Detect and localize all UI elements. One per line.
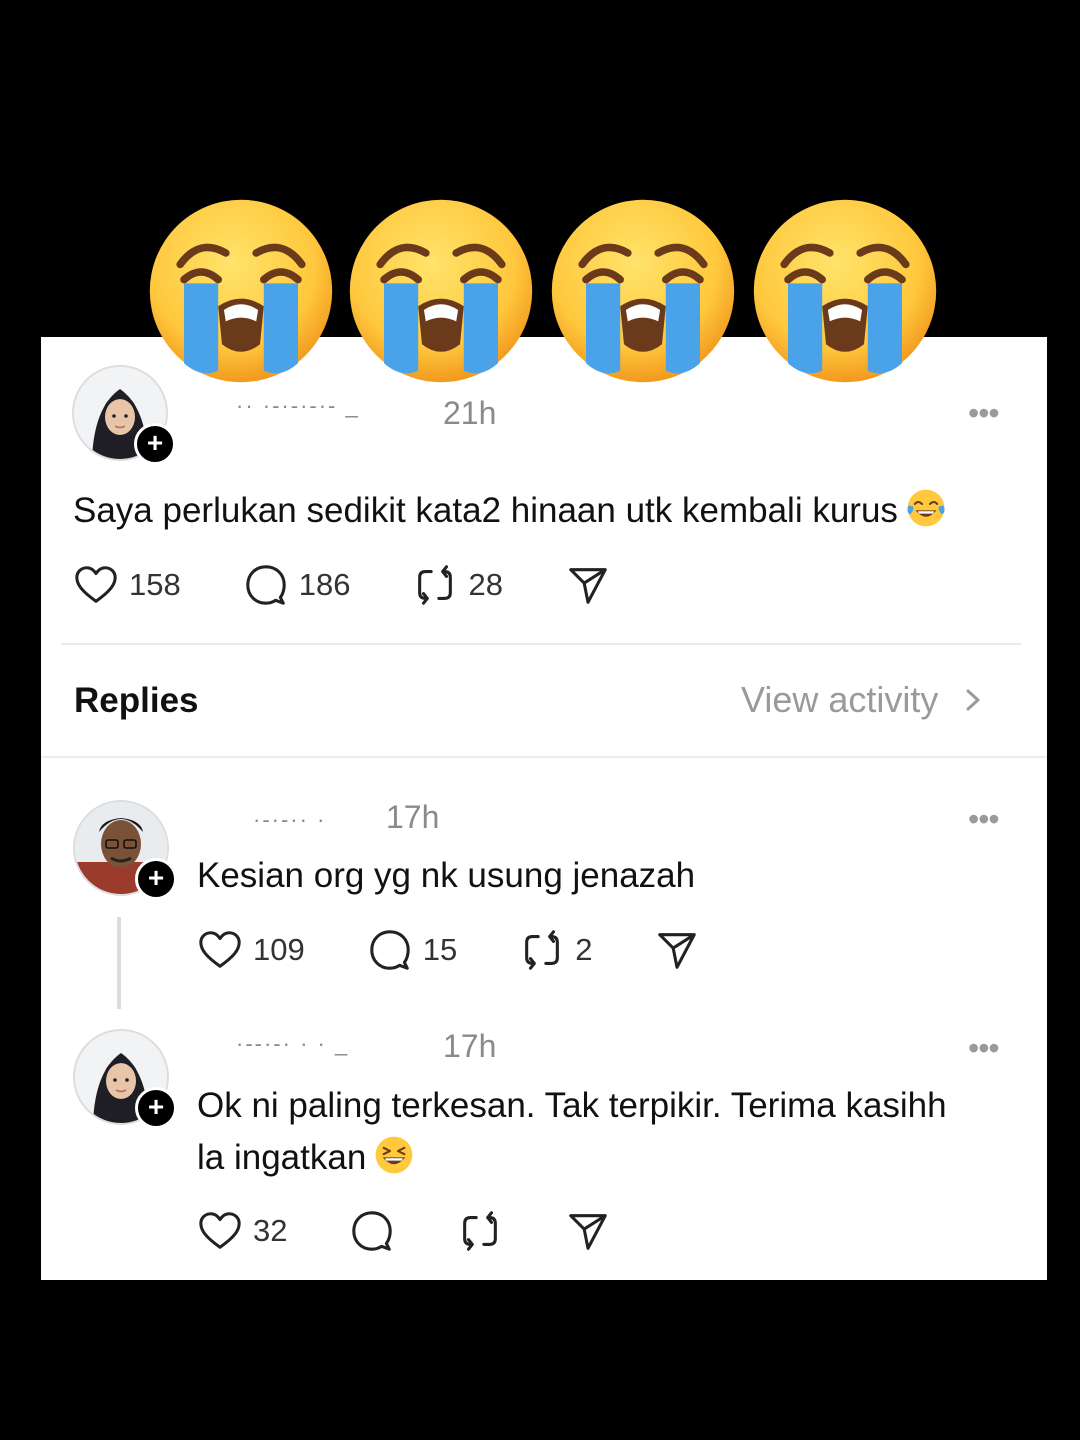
username[interactable]: ·· ·-·-·-·- _ [236, 393, 360, 419]
reply-text: Kesian org yg nk usung jenazah [197, 856, 696, 895]
avatar[interactable]: + [73, 1029, 177, 1129]
heart-icon [73, 562, 119, 608]
like-button[interactable]: 158 [73, 562, 181, 608]
repost-button[interactable]: 28 [412, 562, 503, 608]
reply-actions: 109 15 2 [197, 925, 762, 975]
repost-button[interactable] [457, 1208, 503, 1254]
reply-time: 17h [386, 799, 440, 835]
post-text-body: Saya perlukan sedikit kata2 hinaan utk k… [73, 491, 898, 530]
divider [61, 643, 1021, 645]
view-activity-link[interactable]: View activity [741, 679, 986, 721]
avatar[interactable]: + [73, 800, 177, 900]
like-button[interactable]: 109 [197, 927, 305, 973]
comment-button[interactable]: 186 [243, 562, 351, 608]
comment-button[interactable] [349, 1208, 395, 1254]
like-count: 109 [253, 932, 305, 967]
repost-icon [412, 562, 458, 608]
reply-text-line1: Ok ni paling terkesan. Tak terpikir. Ter… [197, 1086, 947, 1125]
send-icon [654, 927, 700, 973]
reply-text: Ok ni paling terkesan. Tak terpikir. Ter… [197, 1080, 947, 1184]
repost-count: 28 [468, 567, 503, 602]
username[interactable]: ·-·-·· · [253, 807, 326, 833]
follow-plus-button[interactable]: + [135, 1087, 177, 1129]
share-button[interactable] [565, 562, 611, 608]
comment-icon [367, 927, 413, 973]
share-button[interactable] [654, 927, 700, 973]
comment-icon [243, 562, 289, 608]
comment-count: 186 [298, 567, 351, 602]
send-icon [565, 1208, 611, 1254]
comment-count: 15 [422, 932, 458, 967]
repost-count: 2 [575, 932, 593, 967]
reply-text-line2: la ingatkan [197, 1132, 947, 1184]
crying-emoji-row [146, 196, 946, 386]
face-with-tears-of-joy-icon [906, 488, 946, 528]
post-actions: 158 186 28 [73, 560, 673, 610]
loudly-crying-face-icon [346, 196, 536, 386]
reply-text-line2-body: la ingatkan [197, 1138, 367, 1177]
divider [41, 756, 1047, 758]
like-count: 32 [253, 1213, 288, 1248]
loudly-crying-face-icon [146, 196, 336, 386]
grinning-squinting-face-icon [374, 1135, 414, 1175]
post-time: 21h [443, 395, 497, 431]
view-activity-label: View activity [741, 679, 939, 720]
loudly-crying-face-icon [548, 196, 738, 386]
like-button[interactable]: 32 [197, 1208, 287, 1254]
heart-icon [197, 1208, 243, 1254]
more-options-icon[interactable]: ••• [968, 397, 1000, 429]
like-count: 158 [129, 567, 181, 602]
comment-button[interactable]: 15 [367, 927, 457, 973]
repost-icon [519, 927, 565, 973]
reply-actions: 32 [197, 1206, 673, 1256]
chevron-right-icon [966, 689, 980, 711]
post-text: Saya perlukan sedikit kata2 hinaan utk k… [73, 485, 946, 537]
replies-heading: Replies [74, 681, 199, 720]
comment-icon [349, 1208, 395, 1254]
share-button[interactable] [565, 1208, 611, 1254]
repost-button[interactable]: 2 [519, 927, 592, 973]
follow-plus-button[interactable]: + [134, 423, 176, 465]
username[interactable]: ·--·-· · · _ [236, 1031, 349, 1057]
reply-time: 17h [443, 1028, 497, 1064]
more-options-icon[interactable]: ••• [968, 803, 1000, 835]
heart-icon [197, 927, 243, 973]
more-options-icon[interactable]: ••• [968, 1032, 1000, 1064]
send-icon [565, 562, 611, 608]
follow-plus-button[interactable]: + [135, 858, 177, 900]
repost-icon [457, 1208, 503, 1254]
loudly-crying-face-icon [750, 196, 940, 386]
thread-card: + ·· ·-·-·-·- _ 21h ••• Saya perlukan se… [41, 337, 1047, 1280]
thread-connector-line [117, 917, 121, 1009]
